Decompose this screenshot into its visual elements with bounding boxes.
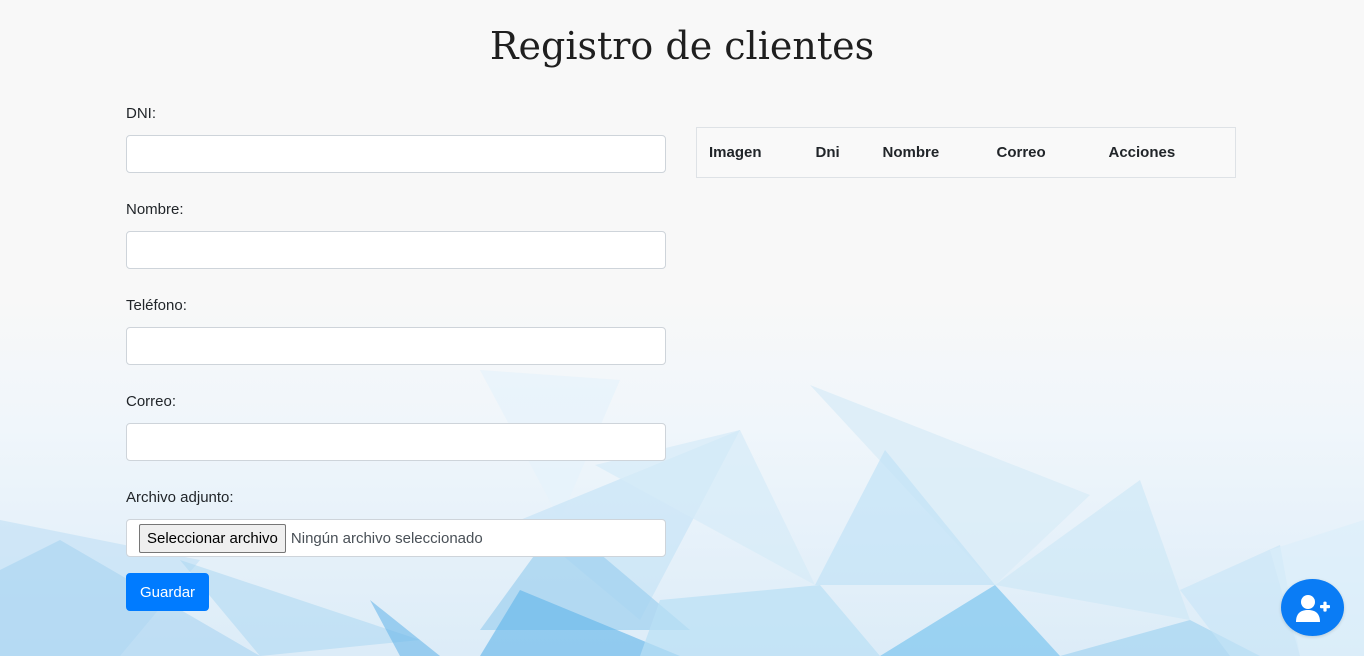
- client-form: DNI: Nombre: Teléfono: Correo: Archivo a…: [126, 105, 666, 611]
- telefono-input[interactable]: [126, 327, 666, 365]
- column-header-nombre: Nombre: [870, 127, 985, 178]
- table-header-row: Imagen Dni Nombre Correo Acciones: [696, 127, 1236, 178]
- dni-label: DNI:: [126, 105, 156, 122]
- nombre-label: Nombre:: [126, 201, 184, 218]
- column-header-correo: Correo: [984, 127, 1097, 178]
- user-plus-icon: [1295, 594, 1330, 622]
- telefono-label: Teléfono:: [126, 297, 187, 314]
- file-input[interactable]: Seleccionar archivo Ningún archivo selec…: [126, 519, 666, 557]
- nombre-input[interactable]: [126, 231, 666, 269]
- column-header-dni: Dni: [803, 127, 871, 178]
- column-header-imagen: Imagen: [696, 127, 804, 178]
- correo-label: Correo:: [126, 393, 177, 410]
- clients-table: Imagen Dni Nombre Correo Acciones: [696, 127, 1236, 178]
- save-button[interactable]: Guardar: [126, 573, 210, 611]
- select-file-button[interactable]: Seleccionar archivo: [139, 523, 286, 553]
- clients-table-container: Imagen Dni Nombre Correo Acciones: [696, 127, 1236, 178]
- archivo-label: Archivo adjunto:: [126, 489, 234, 506]
- dni-input[interactable]: [126, 135, 666, 173]
- page-title: Registro de clientes: [489, 24, 875, 68]
- correo-input[interactable]: [126, 423, 666, 461]
- column-header-acciones: Acciones: [1096, 127, 1236, 178]
- file-status-text: Ningún archivo seleccionado: [290, 529, 483, 547]
- add-client-button[interactable]: [1281, 579, 1344, 636]
